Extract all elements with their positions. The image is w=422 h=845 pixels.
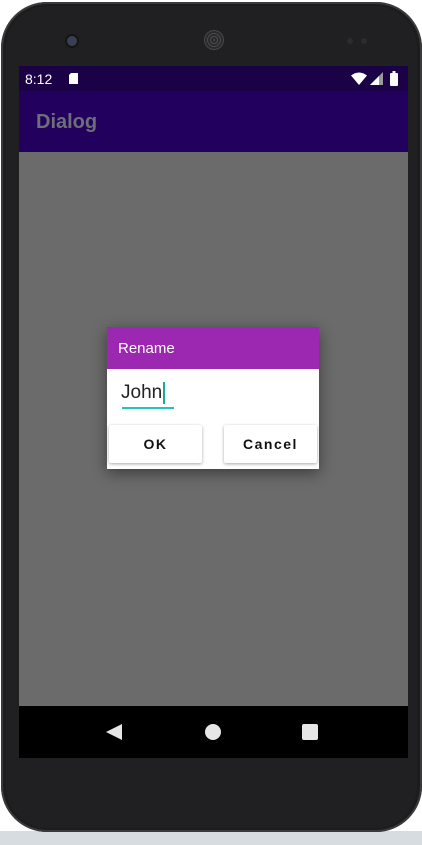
home-icon[interactable] [205, 724, 221, 740]
rename-dialog: Rename John OK Cancel [107, 327, 319, 469]
front-camera [67, 36, 77, 46]
text-cursor [163, 382, 166, 404]
desktop-strip [0, 831, 422, 845]
navigation-bar [19, 706, 408, 758]
rename-input[interactable]: John [121, 382, 166, 404]
rename-input-value: John [121, 382, 163, 403]
proximity-sensor [347, 38, 353, 44]
cancel-button[interactable]: Cancel [224, 425, 317, 463]
earpiece-speaker [204, 30, 224, 50]
ok-button[interactable]: OK [109, 425, 202, 463]
app-title: Dialog [36, 111, 98, 133]
signal-icon [370, 72, 383, 85]
light-sensor [361, 38, 367, 44]
device-screen: 8:12 Dialog J d Rename John OK Cancel [19, 66, 408, 758]
status-bar: 8:12 [19, 66, 408, 91]
input-underline [122, 407, 174, 409]
status-time: 8:12 [25, 71, 53, 87]
dialog-title: Rename [118, 340, 175, 357]
recents-icon[interactable] [302, 724, 318, 740]
battery-icon [390, 71, 398, 86]
app-bar: Dialog [19, 91, 408, 152]
wifi-icon [351, 72, 367, 85]
back-icon[interactable] [106, 724, 122, 740]
dialog-header: Rename [107, 327, 319, 369]
sd-card-icon [69, 73, 78, 84]
